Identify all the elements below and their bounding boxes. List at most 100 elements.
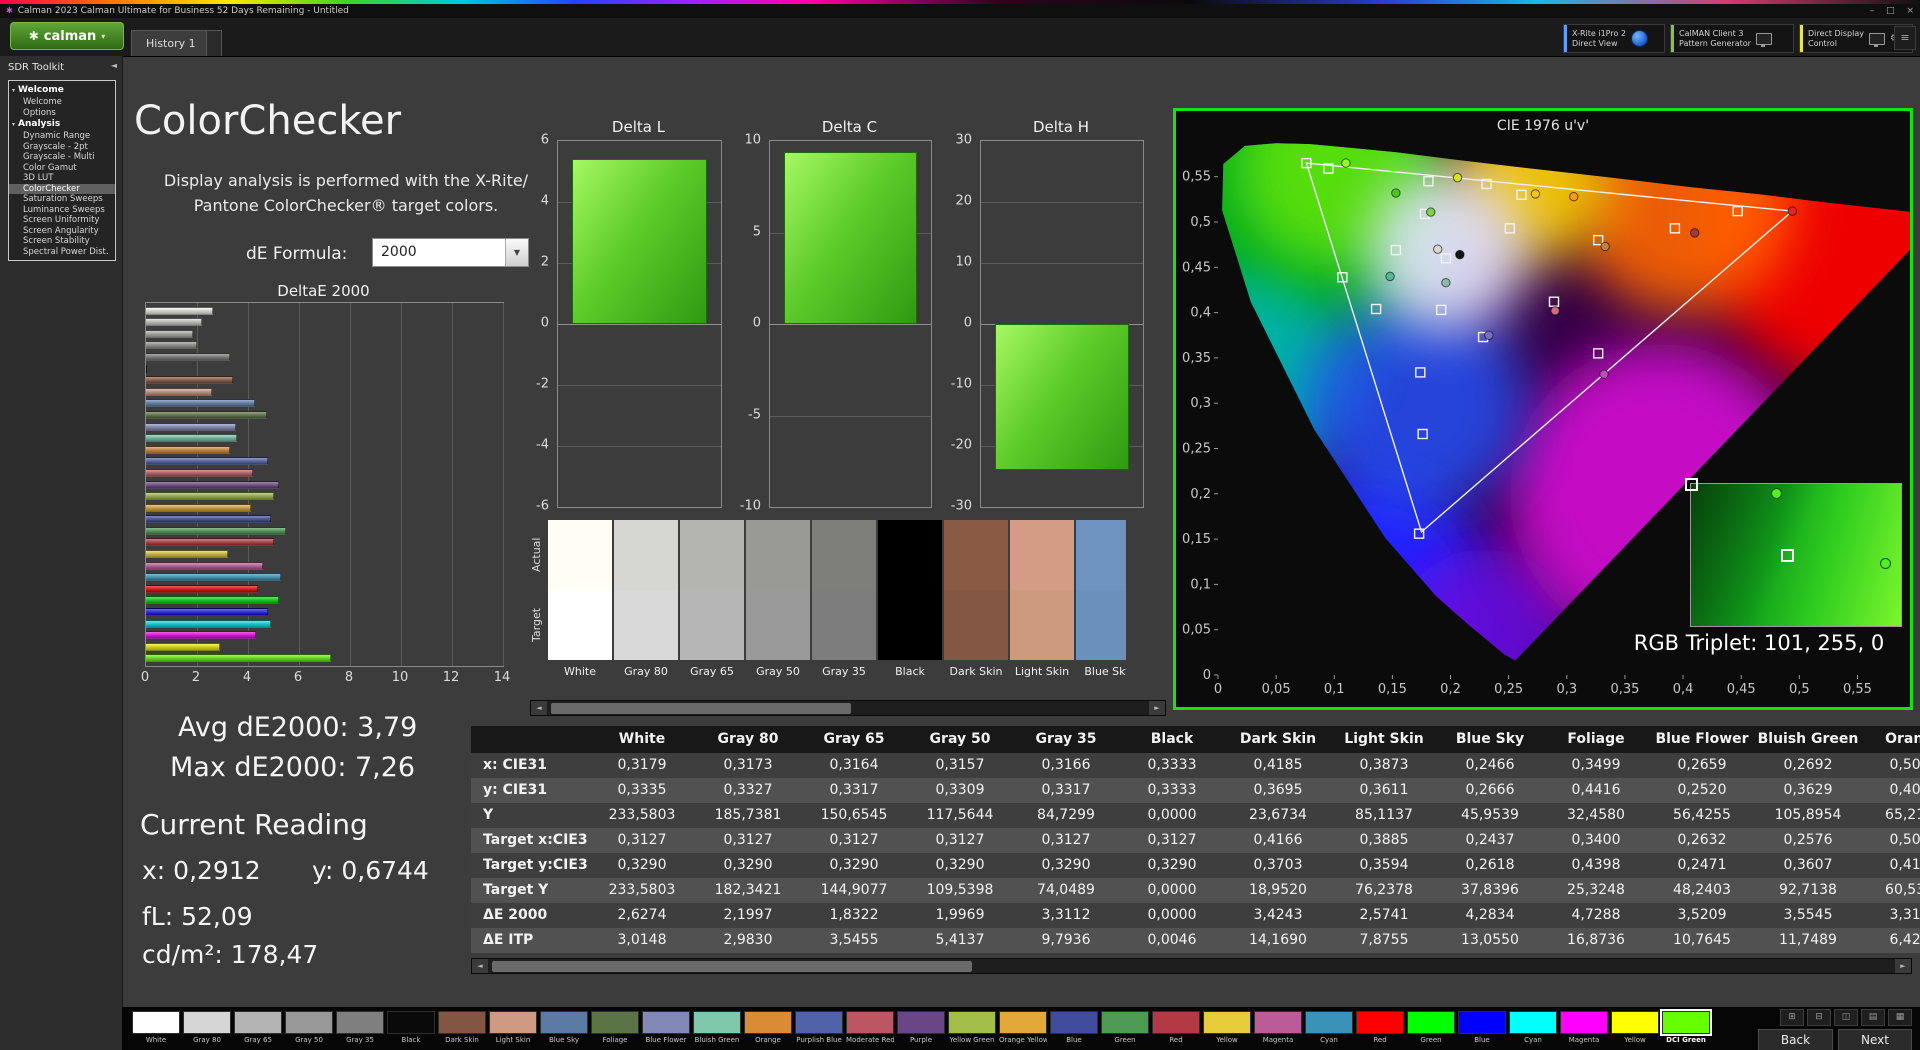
patch-swatch — [285, 1011, 333, 1034]
patch-orange[interactable]: Orange — [744, 1011, 792, 1044]
patch-black[interactable]: Black — [387, 1011, 435, 1044]
patch-cyan[interactable]: Cyan — [1305, 1011, 1353, 1044]
scroll-left-icon[interactable]: ◄ — [472, 959, 488, 973]
layout-icon-2[interactable]: ⊟ — [1807, 1009, 1831, 1026]
table-cell: 0,2618 — [1465, 857, 1515, 873]
patch-red[interactable]: Red — [1152, 1011, 1200, 1044]
scroll-right-icon[interactable]: ► — [1149, 701, 1165, 715]
table-cell: 0,2692 — [1783, 757, 1833, 773]
patch-gray-80[interactable]: Gray 80 — [183, 1011, 231, 1044]
sidebar-item-options[interactable]: Options — [9, 108, 115, 119]
de-formula-select[interactable]: 2000 ▼ — [372, 238, 529, 267]
column-header-gray-65: Gray 65 — [823, 731, 885, 747]
patch-gray-35[interactable]: Gray 35 — [336, 1011, 384, 1044]
compare-column-dark-skin: Dark Skin — [944, 520, 1008, 678]
deltae-bar-gray-80 — [146, 318, 203, 327]
y-tick-label: 2 — [540, 254, 549, 270]
sidebar-item-3d-lut[interactable]: 3D LUT — [9, 173, 115, 184]
patch-label: Gray 65 — [244, 1036, 272, 1044]
sidebar-item-dynamic-range[interactable]: Dynamic Range — [9, 131, 115, 142]
swatch-compare-scrollbar[interactable]: ◄ ► — [530, 700, 1166, 716]
scrollbar-thumb[interactable] — [551, 703, 851, 714]
sidebar-item-grayscale-2pt[interactable]: Grayscale - 2pt — [9, 142, 115, 153]
scrollbar-thumb[interactable] — [492, 961, 972, 972]
sidebar-item-screen-stability[interactable]: Screen Stability — [9, 236, 115, 247]
patch-magenta[interactable]: Magenta — [1560, 1011, 1608, 1044]
patch-foliage[interactable]: Foliage — [591, 1011, 639, 1044]
tree-section-analysis[interactable]: ▾ Analysis — [9, 118, 115, 131]
maximize-button[interactable]: □ — [1886, 6, 1895, 16]
patch-label: Gray 80 — [193, 1036, 221, 1044]
patch-yellow[interactable]: Yellow — [1203, 1011, 1251, 1044]
scroll-right-icon[interactable]: ► — [1895, 959, 1911, 973]
inset-measured-dot-2 — [1880, 557, 1891, 569]
patch-cyan[interactable]: Cyan — [1509, 1011, 1557, 1044]
table-header-row: White Gray 80 Gray 65 Gray 50 Gray 35 Black Da… — [471, 726, 1920, 753]
patch-dci-green[interactable]: DCI Green — [1660, 1009, 1712, 1044]
patch-yellow-green[interactable]: Yellow Green — [948, 1011, 996, 1044]
row-label: ΔE ITP — [483, 932, 534, 948]
sidebar-item-spectral-power-dist[interactable]: Spectral Power Dist. — [9, 247, 115, 258]
sidebar-item-luminance-sweeps[interactable]: Luminance Sweeps — [9, 205, 115, 216]
meter-connection-button[interactable]: X-Rite i1Pro 2 Direct View — [1563, 24, 1665, 53]
close-button[interactable]: × — [1906, 6, 1914, 16]
layout-icon-4[interactable]: ▤ — [1861, 1009, 1885, 1026]
patch-light-skin[interactable]: Light Skin — [489, 1011, 537, 1044]
layout-icon-5[interactable]: ▦ — [1888, 1009, 1912, 1026]
patch-moderate-red[interactable]: Moderate Red — [846, 1011, 894, 1044]
tree-section-welcome[interactable]: ▾ Welcome — [9, 84, 115, 97]
y-tick-label: 10 — [744, 132, 761, 148]
patch-green[interactable]: Green — [1407, 1011, 1455, 1044]
patch-white[interactable]: White — [132, 1011, 180, 1044]
patch-orange-yellow[interactable]: Orange Yellow — [999, 1011, 1047, 1044]
svg-text:0,25: 0,25 — [1494, 682, 1523, 697]
row-label: x: CIE31 — [483, 757, 548, 773]
sidebar-item-colorchecker[interactable]: ColorChecker — [9, 183, 115, 194]
patch-red[interactable]: Red — [1356, 1011, 1404, 1044]
deltae-bar-green — [146, 526, 287, 535]
patch-swatch — [132, 1011, 180, 1034]
x-tick-label: 4 — [242, 670, 252, 685]
patch-purple[interactable]: Purple — [897, 1011, 945, 1044]
patch-blue[interactable]: Blue — [1050, 1011, 1098, 1044]
layout-icon-3[interactable]: ◫ — [1834, 1009, 1858, 1026]
sidebar-collapse-button[interactable]: ◄ — [111, 61, 117, 70]
sidebar-item-welcome[interactable]: Welcome — [9, 97, 115, 108]
patch-purplish-blue[interactable]: Purplish Blue — [795, 1011, 843, 1044]
sidebar-item-saturation-sweeps[interactable]: Saturation Sweeps — [9, 194, 115, 205]
table-cell: 4,2834 — [1465, 907, 1515, 923]
patch-blue-sky[interactable]: Blue Sky — [540, 1011, 588, 1044]
back-button[interactable]: Back — [1757, 1029, 1834, 1050]
tab-history-1[interactable]: History 1 — [131, 30, 211, 56]
deltae-bars — [146, 303, 503, 666]
patch-yellow[interactable]: Yellow — [1611, 1011, 1659, 1044]
sidebar-item-grayscale-multi[interactable]: Grayscale - Multi — [9, 152, 115, 163]
patch-magenta[interactable]: Magenta — [1254, 1011, 1302, 1044]
patch-swatch — [1407, 1011, 1455, 1034]
workflow-tree: ▾ Welcome Welcome Options ▾ Analysis Dynamic R… — [8, 80, 116, 261]
patch-dark-skin[interactable]: Dark Skin — [438, 1011, 486, 1044]
table-cell: 0,3290 — [1041, 857, 1091, 873]
minimize-button[interactable]: – — [1870, 6, 1875, 16]
patch-blue[interactable]: Blue — [1458, 1011, 1506, 1044]
pattern-source-button[interactable]: CalMAN Client 3 Pattern Generator — [1670, 24, 1794, 53]
patch-bluish-green[interactable]: Bluish Green — [693, 1011, 741, 1044]
tab-new[interactable] — [206, 30, 222, 56]
svg-text:0,5: 0,5 — [1789, 682, 1810, 697]
patch-gray-50[interactable]: Gray 50 — [285, 1011, 333, 1044]
sidebar-item-screen-uniformity[interactable]: Screen Uniformity — [9, 215, 115, 226]
sidebar-item-color-gamut[interactable]: Color Gamut — [9, 163, 115, 174]
patch-blue-flower[interactable]: Blue Flower — [642, 1011, 690, 1044]
table-cell: 0,3400 — [1571, 832, 1621, 848]
scroll-left-icon[interactable]: ◄ — [531, 701, 547, 715]
patch-gray-65[interactable]: Gray 65 — [234, 1011, 282, 1044]
sidebar-item-screen-angularity[interactable]: Screen Angularity — [9, 226, 115, 237]
calman-menu-button[interactable]: ✱ calman ▾ — [10, 22, 124, 50]
patch-label: Yellow — [1216, 1036, 1238, 1044]
menu-icon[interactable]: ≡ — [1894, 26, 1916, 50]
patch-green[interactable]: Green — [1101, 1011, 1149, 1044]
patch-label: Blue Sky — [548, 1036, 580, 1044]
table-scrollbar[interactable]: ◄ ► — [471, 958, 1912, 974]
next-button[interactable]: Next — [1838, 1029, 1912, 1050]
layout-icon-1[interactable]: ⊞ — [1780, 1009, 1804, 1026]
